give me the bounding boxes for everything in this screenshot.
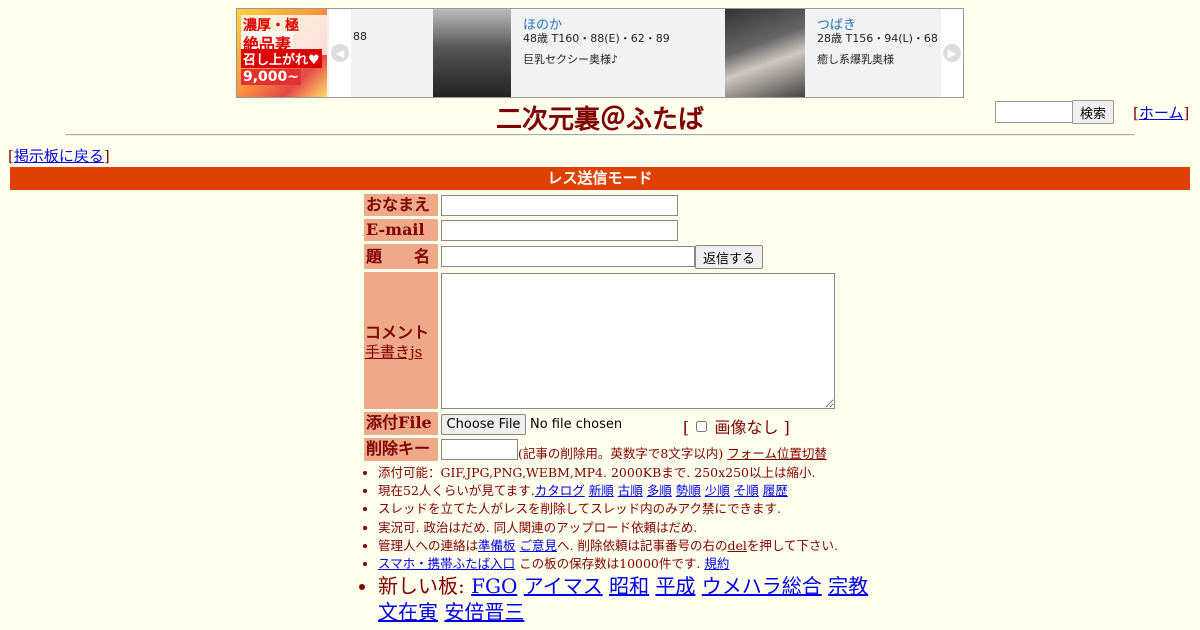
email-label: E-mail [364, 219, 438, 241]
list-item: スマホ・携帯ふたば入口 この板の保存数は10000件です. 規約 [378, 556, 878, 571]
name-label: おなまえ [364, 194, 438, 216]
bracket-close: ] [1183, 104, 1190, 122]
delete-key-note-wrapper: (記事の削除用。英数字で8文字以内) フォーム位置切替 [518, 443, 827, 462]
del-link[interactable]: del [727, 538, 746, 553]
list-item: 実況可. 政治はだめ. 同人関連のアップロード依頼はだめ. [378, 520, 878, 535]
home-link[interactable]: ホーム [1139, 104, 1184, 122]
back-to-board-link[interactable]: 掲示板に戻る [14, 147, 104, 165]
board-link-umehara[interactable]: ウメハラ総合 [702, 574, 822, 598]
rules-link[interactable]: 規約 [704, 556, 729, 571]
thread-owner-note: スレッドを立てた人がレスを削除してスレッド内のみアク禁にできます. [378, 501, 781, 517]
ad-card-desc: 癒し系爆乳奥様 [817, 53, 894, 66]
mobile-entrance-link[interactable]: スマホ・携帯ふたば入口 [378, 556, 515, 571]
sort-old-link[interactable]: 古順 [618, 483, 643, 498]
form-position-toggle-link[interactable]: フォーム位置切替 [727, 446, 827, 461]
ad-photo-tsubaki[interactable] [725, 9, 805, 97]
archive-count-text: この板の保存数は10000件です. [519, 555, 701, 571]
delete-key-input[interactable] [441, 439, 518, 460]
subject-input[interactable] [441, 246, 695, 267]
delete-key-note: (記事の削除用。英数字で8文字以内) [518, 446, 724, 461]
no-image-option: [ 画像なし ] [683, 414, 790, 438]
sort-momentum-link[interactable]: 勢順 [676, 483, 701, 498]
sort-new-link[interactable]: 新順 [589, 483, 614, 498]
list-item: 管理人への連絡は準備板 ご意見へ. 削除依頼は記事番号の右のdelを押して下さい… [378, 538, 878, 553]
search-input[interactable] [995, 101, 1075, 123]
submit-reply-button[interactable]: 返信する [695, 245, 763, 269]
subject-label: 題 名 [364, 244, 438, 269]
list-item: スレッドを立てた人がレスを削除してスレッド内のみアク禁にできます. [378, 501, 878, 516]
header-divider [66, 134, 1134, 136]
ad-promo-price: 9,000~ [241, 69, 302, 85]
email-input[interactable] [441, 220, 678, 241]
no-file-chosen-text: No file chosen [530, 417, 623, 432]
comment-label-cell: コメント 手書きjs [364, 272, 438, 409]
chevron-left-icon: ◀ [331, 44, 349, 62]
new-boards-label: 新しい板: [378, 574, 465, 599]
choose-file-button[interactable]: Choose File [441, 414, 526, 435]
bracket-close: ] [103, 147, 110, 165]
board-link-abe-shinzo[interactable]: 安倍晋三 [444, 600, 524, 624]
bracket-open: [ [683, 418, 690, 437]
delete-key-label: 削除キー [364, 438, 438, 461]
ad-card-info: 28歳 T156・94(L)・68・ [817, 32, 939, 45]
ad-card-partial-text: 88 [353, 30, 367, 43]
ad-card-tsubaki[interactable]: つばき 28歳 T156・94(L)・68・ 癒し系爆乳奥様 [725, 9, 939, 97]
board-link-showa[interactable]: 昭和 [609, 574, 649, 598]
ad-banner[interactable]: 濃厚・極上!? 絶品妻 召し上がれ♥ 9,000~ ◀ 88 ほのか 48歳 T… [236, 8, 964, 98]
list-item: 新しい板: FGO アイマス 昭和 平成 ウメハラ総合 宗教 文在寅 安倍晋三 [378, 573, 878, 625]
ad-photo-honoka[interactable] [433, 9, 511, 97]
home-link-wrapper: [ホーム] [1133, 102, 1189, 123]
upload-rules-text: 添付可能：GIF,JPG,PNG,WEBM,MP4. 2000KBまで. 250… [378, 465, 816, 480]
bracket-close: ] [783, 418, 790, 437]
board-notes-list: 添付可能：GIF,JPG,PNG,WEBM,MP4. 2000KBまで. 250… [364, 465, 878, 628]
board-policy-note: 実況可. 政治はだめ. 同人関連のアップロード依頼はだめ. [378, 519, 698, 535]
file-label: 添付File [364, 412, 438, 435]
ad-card-honoka[interactable]: ほのか 48歳 T160・88(E)・62・89 巨乳セクシー奥様♪ [431, 9, 721, 97]
handwrite-js-link[interactable]: 手書きjs [365, 341, 422, 362]
history-link[interactable]: 履歴 [763, 483, 788, 498]
ad-card-desc: 巨乳セクシー奥様♪ [523, 53, 619, 66]
sort-many-link[interactable]: 多順 [647, 483, 672, 498]
sort-few-link[interactable]: 少順 [705, 483, 730, 498]
catalog-link[interactable]: カタログ [535, 483, 585, 498]
ad-prev-button[interactable]: ◀ [329, 9, 351, 97]
ad-card-info: 48歳 T160・88(E)・62・89 [523, 32, 670, 45]
no-image-checkbox[interactable] [696, 421, 708, 432]
list-item: 添付可能：GIF,JPG,PNG,WEBM,MP4. 2000KBまで. 250… [378, 465, 878, 480]
list-item: 現在52人くらいが見てます.カタログ 新順 古順 多順 勢順 少順 そ順 履歴 [378, 483, 878, 498]
board-link-imas[interactable]: アイマス [524, 574, 603, 598]
ad-promo-image[interactable]: 濃厚・極上!? 絶品妻 召し上がれ♥ 9,000~ [237, 9, 327, 97]
comment-label: コメント [365, 323, 430, 342]
contact-suffix: を押して下さい. [746, 537, 838, 553]
chevron-right-icon: ▶ [943, 44, 961, 62]
board-link-heisei[interactable]: 平成 [655, 574, 695, 598]
sort-so-link[interactable]: そ順 [734, 483, 759, 498]
comment-textarea[interactable] [441, 273, 835, 409]
contact-prefix: 管理人への連絡は [378, 537, 479, 553]
back-link-wrapper: [掲示板に戻る] [8, 145, 110, 166]
board-link-fgo[interactable]: FGO [471, 574, 517, 598]
search-button[interactable]: 検索 [1072, 100, 1114, 124]
ad-promo-text-3: 召し上がれ♥ [241, 49, 322, 68]
feedback-link[interactable]: ご意見 [520, 538, 558, 553]
ad-next-button[interactable]: ▶ [941, 9, 963, 97]
contact-mid: へ. 削除依頼は記事番号の右の [557, 537, 728, 553]
no-image-label: 画像なし [714, 418, 779, 437]
prep-board-link[interactable]: 準備板 [478, 538, 516, 553]
board-link-moon-jae-in[interactable]: 文在寅 [378, 600, 438, 624]
board-link-religion[interactable]: 宗教 [828, 574, 868, 598]
viewer-count-text: 現在52人くらいが見てます. [378, 483, 535, 499]
reply-mode-banner: レス送信モード [10, 167, 1190, 190]
name-input[interactable] [441, 195, 678, 216]
